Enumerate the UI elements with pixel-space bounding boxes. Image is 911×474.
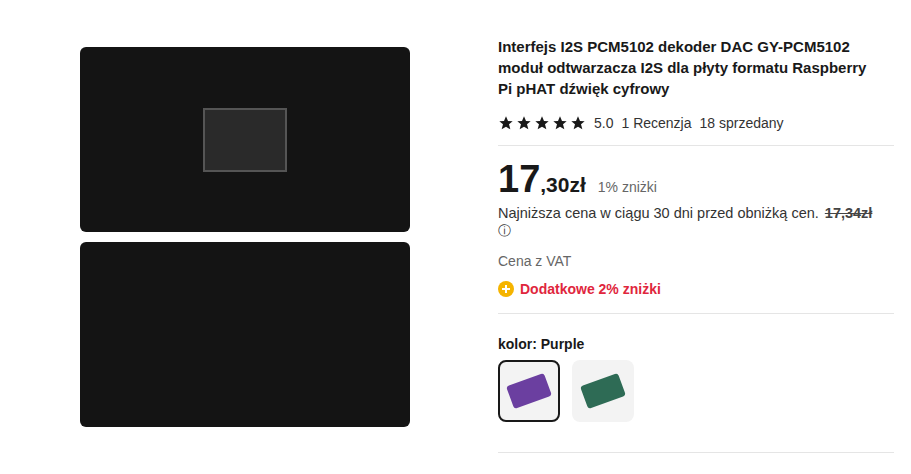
product-page: Interfejs I2S PCM5102 dekoder DAC GY-PCM… <box>0 0 911 474</box>
price-row: 17,30zł 1% zniżki <box>498 158 895 201</box>
extra-discount: Dodatkowe 2% zniżki <box>498 281 895 297</box>
sold-count: 18 sprzedany <box>700 115 784 131</box>
color-swatch[interactable] <box>498 360 560 422</box>
color-options <box>498 360 895 422</box>
price-main: 17 <box>498 158 540 201</box>
product-image[interactable] <box>0 0 470 474</box>
discount: 1% zniżki <box>598 179 657 195</box>
board-top <box>80 47 410 232</box>
product-info: Interfejs I2S PCM5102 dekoder DAC GY-PCM… <box>470 0 911 474</box>
stars <box>498 115 586 131</box>
color-swatch[interactable] <box>572 360 634 422</box>
reviews-link[interactable]: 1 Recenzja <box>621 115 691 131</box>
old-price: 17,34zł <box>825 205 873 221</box>
star-icon <box>498 115 514 131</box>
star-icon <box>534 115 550 131</box>
star-icon <box>570 115 586 131</box>
coin-icon <box>498 281 514 297</box>
rating-value: 5.0 <box>594 115 613 131</box>
info-icon[interactable]: ⓘ <box>498 223 895 239</box>
product-title: Interfejs I2S PCM5102 dekoder DAC GY-PCM… <box>498 36 878 99</box>
lowest-price: Najniższa cena w ciągu 30 dni przed obni… <box>498 203 895 223</box>
board-bottom <box>80 242 410 427</box>
vat-note: Cena z VAT <box>498 253 895 269</box>
star-icon <box>552 115 568 131</box>
divider <box>498 145 894 146</box>
color-label: kolor: Purple <box>498 336 895 352</box>
divider <box>498 452 894 453</box>
star-icon <box>516 115 532 131</box>
price-fraction: ,30zł <box>540 173 586 197</box>
rating-row: 5.0 1 Recenzja 18 sprzedany <box>498 115 895 131</box>
divider <box>498 313 894 314</box>
